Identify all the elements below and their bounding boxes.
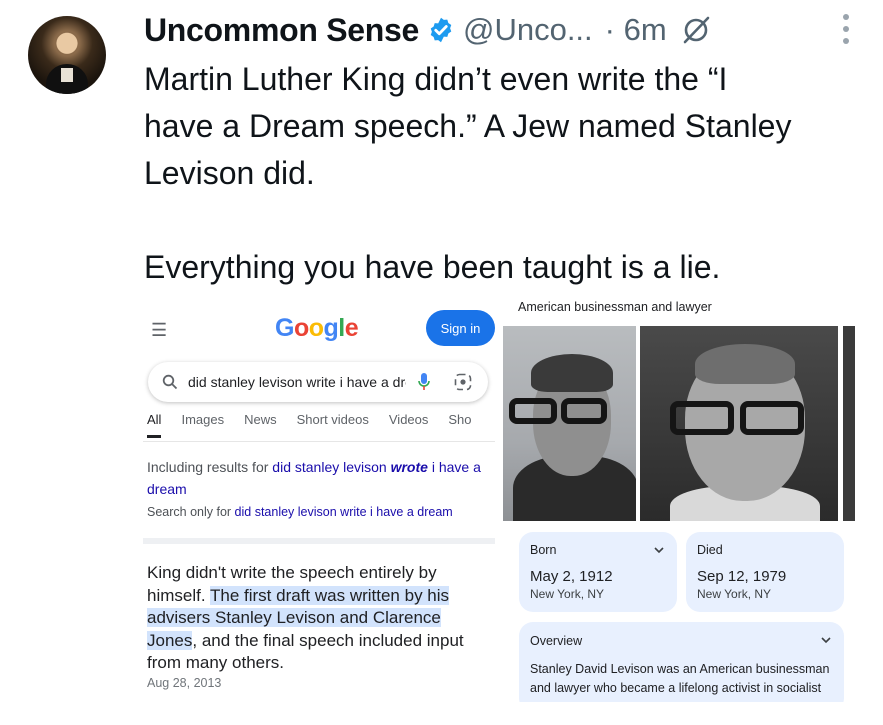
timestamp[interactable]: · 6m bbox=[605, 12, 667, 48]
more-options-icon[interactable] bbox=[843, 14, 851, 44]
tweet-line: Martin Luther King didn’t even write the… bbox=[144, 61, 728, 97]
tab-news: News bbox=[244, 412, 277, 427]
tab-all: All bbox=[147, 412, 162, 438]
snippet-date: Aug 28, 2013 bbox=[147, 676, 222, 690]
avatar[interactable] bbox=[28, 16, 106, 94]
original-query-link: did stanley levison write i have a dream bbox=[234, 505, 453, 519]
portrait-photo bbox=[640, 326, 838, 521]
overview-card: Overview Stanley David Levison was an Am… bbox=[519, 622, 844, 702]
tweet-header: Uncommon Sense @Unco... · 6m bbox=[144, 6, 863, 54]
tab-images: Images bbox=[181, 412, 225, 427]
snippet-text-end: , and the final speech included input fr… bbox=[147, 630, 464, 673]
featured-snippet: King didn't write the speech entirely by… bbox=[147, 562, 487, 675]
overview-text: Stanley David Levison was an American bu… bbox=[530, 662, 830, 695]
died-label: Died bbox=[697, 543, 723, 557]
chevron-down-icon bbox=[654, 547, 664, 554]
died-place: New York, NY bbox=[697, 587, 772, 601]
search-only-notice: Search only for did stanley levison writ… bbox=[147, 505, 453, 519]
lens-icon bbox=[454, 373, 472, 391]
tweet-line: have a Dream speech.” A Jew named Stanle… bbox=[144, 108, 792, 144]
display-name[interactable]: Uncommon Sense bbox=[144, 12, 419, 49]
google-search-screenshot: ☰ Google Sign in did stanley levison wri… bbox=[143, 298, 495, 702]
chevron-down-icon bbox=[821, 637, 831, 644]
search-only-prefix: Search only for bbox=[147, 505, 235, 519]
corrected-query-a: did stanley levison bbox=[272, 459, 391, 475]
tweet-media[interactable]: ☰ Google Sign in did stanley levison wri… bbox=[143, 298, 855, 702]
portrait-photo bbox=[503, 326, 636, 521]
verified-badge-icon bbox=[430, 17, 452, 43]
born-date: May 2, 1912 bbox=[530, 568, 613, 585]
tab-videos: Videos bbox=[388, 412, 429, 427]
knowledge-panel-screenshot: American businessman and lawyer Born May… bbox=[503, 298, 855, 702]
including-results-notice: Including results for did stanley leviso… bbox=[147, 456, 487, 500]
tab-short-videos: Short videos bbox=[296, 412, 369, 427]
handle[interactable]: @Unco... bbox=[463, 12, 593, 48]
died-card: Died Sep 12, 1979 New York, NY bbox=[686, 532, 844, 612]
sign-in-button: Sign in bbox=[426, 310, 495, 346]
kp-subtitle: American businessman and lawyer bbox=[518, 300, 712, 314]
born-label: Born bbox=[530, 543, 557, 557]
search-box: did stanley levison write i have a dream bbox=[148, 362, 488, 402]
died-date: Sep 12, 1979 bbox=[697, 568, 787, 585]
google-logo: Google bbox=[275, 314, 359, 342]
grok-icon[interactable] bbox=[681, 15, 711, 45]
search-query: did stanley levison write i have a dream bbox=[188, 374, 406, 390]
divider bbox=[143, 441, 495, 442]
tweet-text: Martin Luther King didn’t even write the… bbox=[144, 56, 864, 291]
born-card: Born May 2, 1912 New York, NY bbox=[519, 532, 677, 612]
overview-label: Overview bbox=[530, 634, 583, 648]
section-divider bbox=[143, 538, 495, 544]
microphone-icon bbox=[418, 373, 430, 390]
search-icon bbox=[162, 374, 178, 390]
portrait-photo-partial bbox=[843, 326, 855, 521]
including-prefix: Including results for bbox=[147, 459, 273, 475]
tweet-line: Everything you have been taught is a lie… bbox=[144, 249, 721, 285]
search-tabs: All Images News Short videos Videos Sho bbox=[147, 412, 472, 438]
corrected-query-bold: wrote bbox=[390, 459, 428, 475]
tab-shopping: Sho bbox=[448, 412, 472, 427]
tweet-line: Levison did. bbox=[144, 155, 315, 191]
born-place: New York, NY bbox=[530, 587, 605, 601]
hamburger-menu-icon: ☰ bbox=[151, 320, 168, 340]
